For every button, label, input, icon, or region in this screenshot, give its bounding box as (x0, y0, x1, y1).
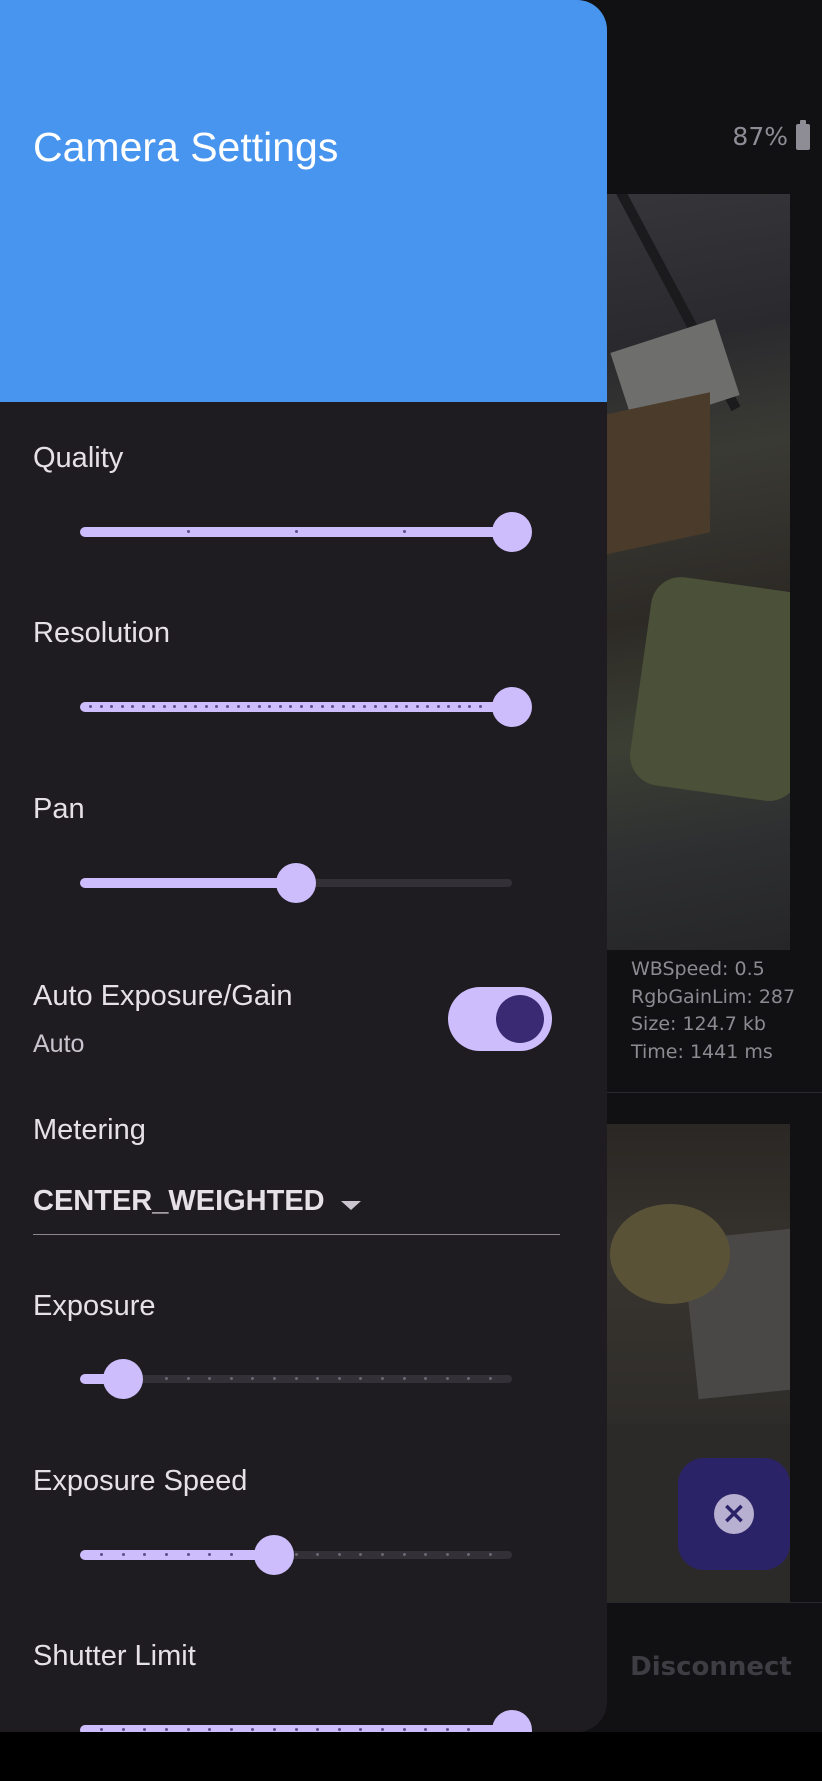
slider-tick (164, 1377, 168, 1380)
shutter-limit-label: Shutter Limit (33, 1640, 196, 1672)
slider-tick (162, 705, 166, 708)
slider-tick (186, 530, 190, 533)
slider-tick (204, 705, 208, 708)
close-stream-button[interactable]: × (678, 1458, 790, 1570)
slider-tick (445, 1553, 449, 1556)
pan-label: Pan (33, 793, 85, 825)
slider-tick (121, 1553, 125, 1556)
slider-tick (380, 1377, 384, 1380)
slider-active-track (80, 878, 296, 888)
slider-tick (236, 705, 240, 708)
slider-tick (229, 1377, 233, 1380)
disconnect-button[interactable]: Disconnect (600, 1652, 822, 1682)
slider-tick (294, 1553, 298, 1556)
resolution-label: Resolution (33, 617, 171, 649)
pan-slider[interactable] (80, 863, 512, 903)
status-bar: 87% (732, 119, 810, 151)
slider-tick (341, 705, 345, 708)
exposure-label: Exposure (33, 1290, 156, 1322)
auto-exposure-status: Auto (33, 1030, 85, 1058)
slider-thumb[interactable] (254, 1535, 294, 1575)
wb-speed-text: WBSpeed: 0.5 (631, 958, 765, 980)
slider-tick (164, 1728, 168, 1731)
slider-tick (488, 1377, 492, 1380)
slider-tick (337, 1553, 341, 1556)
slider-tick (402, 530, 406, 533)
quality-label: Quality (33, 442, 124, 474)
camera-settings-drawer: Camera Settings Quality Resolution Pan A… (0, 0, 607, 1732)
slider-tick (402, 1553, 406, 1556)
dropdown-arrow-icon (341, 1201, 361, 1210)
slider-tick (337, 1728, 341, 1731)
metering-dropdown[interactable]: CENTER_WEIGHTED (33, 1176, 560, 1235)
exposure-slider[interactable] (80, 1359, 512, 1399)
close-icon: × (714, 1494, 754, 1534)
slider-thumb[interactable] (492, 1710, 532, 1732)
slider-tick (294, 1728, 298, 1731)
slider-tick (183, 705, 187, 708)
exposure-speed-slider[interactable] (80, 1535, 512, 1575)
slider-thumb[interactable] (276, 863, 316, 903)
slider-active-track (80, 1550, 274, 1560)
exposure-speed-label: Exposure Speed (33, 1465, 248, 1497)
slider-tick (164, 1553, 168, 1556)
slider-tick (445, 1728, 449, 1731)
toggle-knob (496, 995, 544, 1043)
slider-tick (141, 705, 145, 708)
slider-tick (186, 1553, 190, 1556)
auto-exposure-label: Auto Exposure/Gain (33, 980, 293, 1012)
slider-tick (436, 705, 440, 708)
slider-tick (272, 1377, 276, 1380)
slider-tick (415, 705, 419, 708)
battery-icon (796, 119, 810, 150)
auto-exposure-toggle[interactable] (448, 987, 552, 1051)
slider-tick (445, 1377, 449, 1380)
divider (600, 1092, 822, 1093)
camera-info-panel: WBSpeed: 0.5 RgbGainLim: 287 Size: 124.7… (631, 956, 795, 1066)
slider-tick (294, 530, 298, 533)
slider-thumb[interactable] (492, 512, 532, 552)
slider-thumb[interactable] (492, 687, 532, 727)
slider-tick (488, 1553, 492, 1556)
drawer-title: Camera Settings (33, 124, 339, 170)
resolution-slider[interactable] (80, 687, 532, 727)
battery-percentage: 87% (732, 122, 788, 151)
slider-tick (186, 1728, 190, 1731)
slider-tick (278, 705, 282, 708)
slider-tick (99, 705, 103, 708)
slider-tick (457, 705, 461, 708)
camera-stream-image (600, 194, 790, 950)
slider-tick (320, 705, 324, 708)
metering-selected-value: CENTER_WEIGHTED (33, 1185, 325, 1217)
shutter-limit-slider[interactable] (80, 1710, 532, 1732)
drawer-header: Camera Settings (0, 0, 607, 402)
navigation-bar-area (0, 1732, 822, 1781)
metering-label: Metering (33, 1114, 146, 1146)
slider-tick (272, 1728, 276, 1731)
slider-tick (380, 1728, 384, 1731)
slider-tick (294, 1377, 298, 1380)
rgb-gain-limit-text: RgbGainLim: 287 (631, 985, 796, 1008)
frame-size-text: Size: 124.7 kb (631, 1013, 766, 1035)
slider-tick (186, 1377, 190, 1380)
slider-tick (121, 1728, 125, 1731)
slider-tick (402, 1377, 406, 1380)
frame-time-text: Time: 1441 ms (631, 1040, 773, 1063)
slider-tick (120, 705, 124, 708)
slider-tick (299, 705, 303, 708)
slider-tick (402, 1728, 406, 1731)
slider-tick (229, 1728, 233, 1731)
slider-tick (380, 1553, 384, 1556)
divider (600, 1602, 822, 1603)
slider-tick (362, 705, 366, 708)
slider-tick (257, 705, 261, 708)
slider-tick (478, 705, 482, 708)
slider-tick (373, 705, 377, 708)
quality-slider[interactable] (80, 512, 532, 552)
slider-tick (394, 705, 398, 708)
slider-tick (226, 705, 229, 708)
slider-thumb[interactable] (103, 1359, 143, 1399)
slider-tick (337, 1377, 341, 1380)
slider-tick (229, 1553, 233, 1556)
